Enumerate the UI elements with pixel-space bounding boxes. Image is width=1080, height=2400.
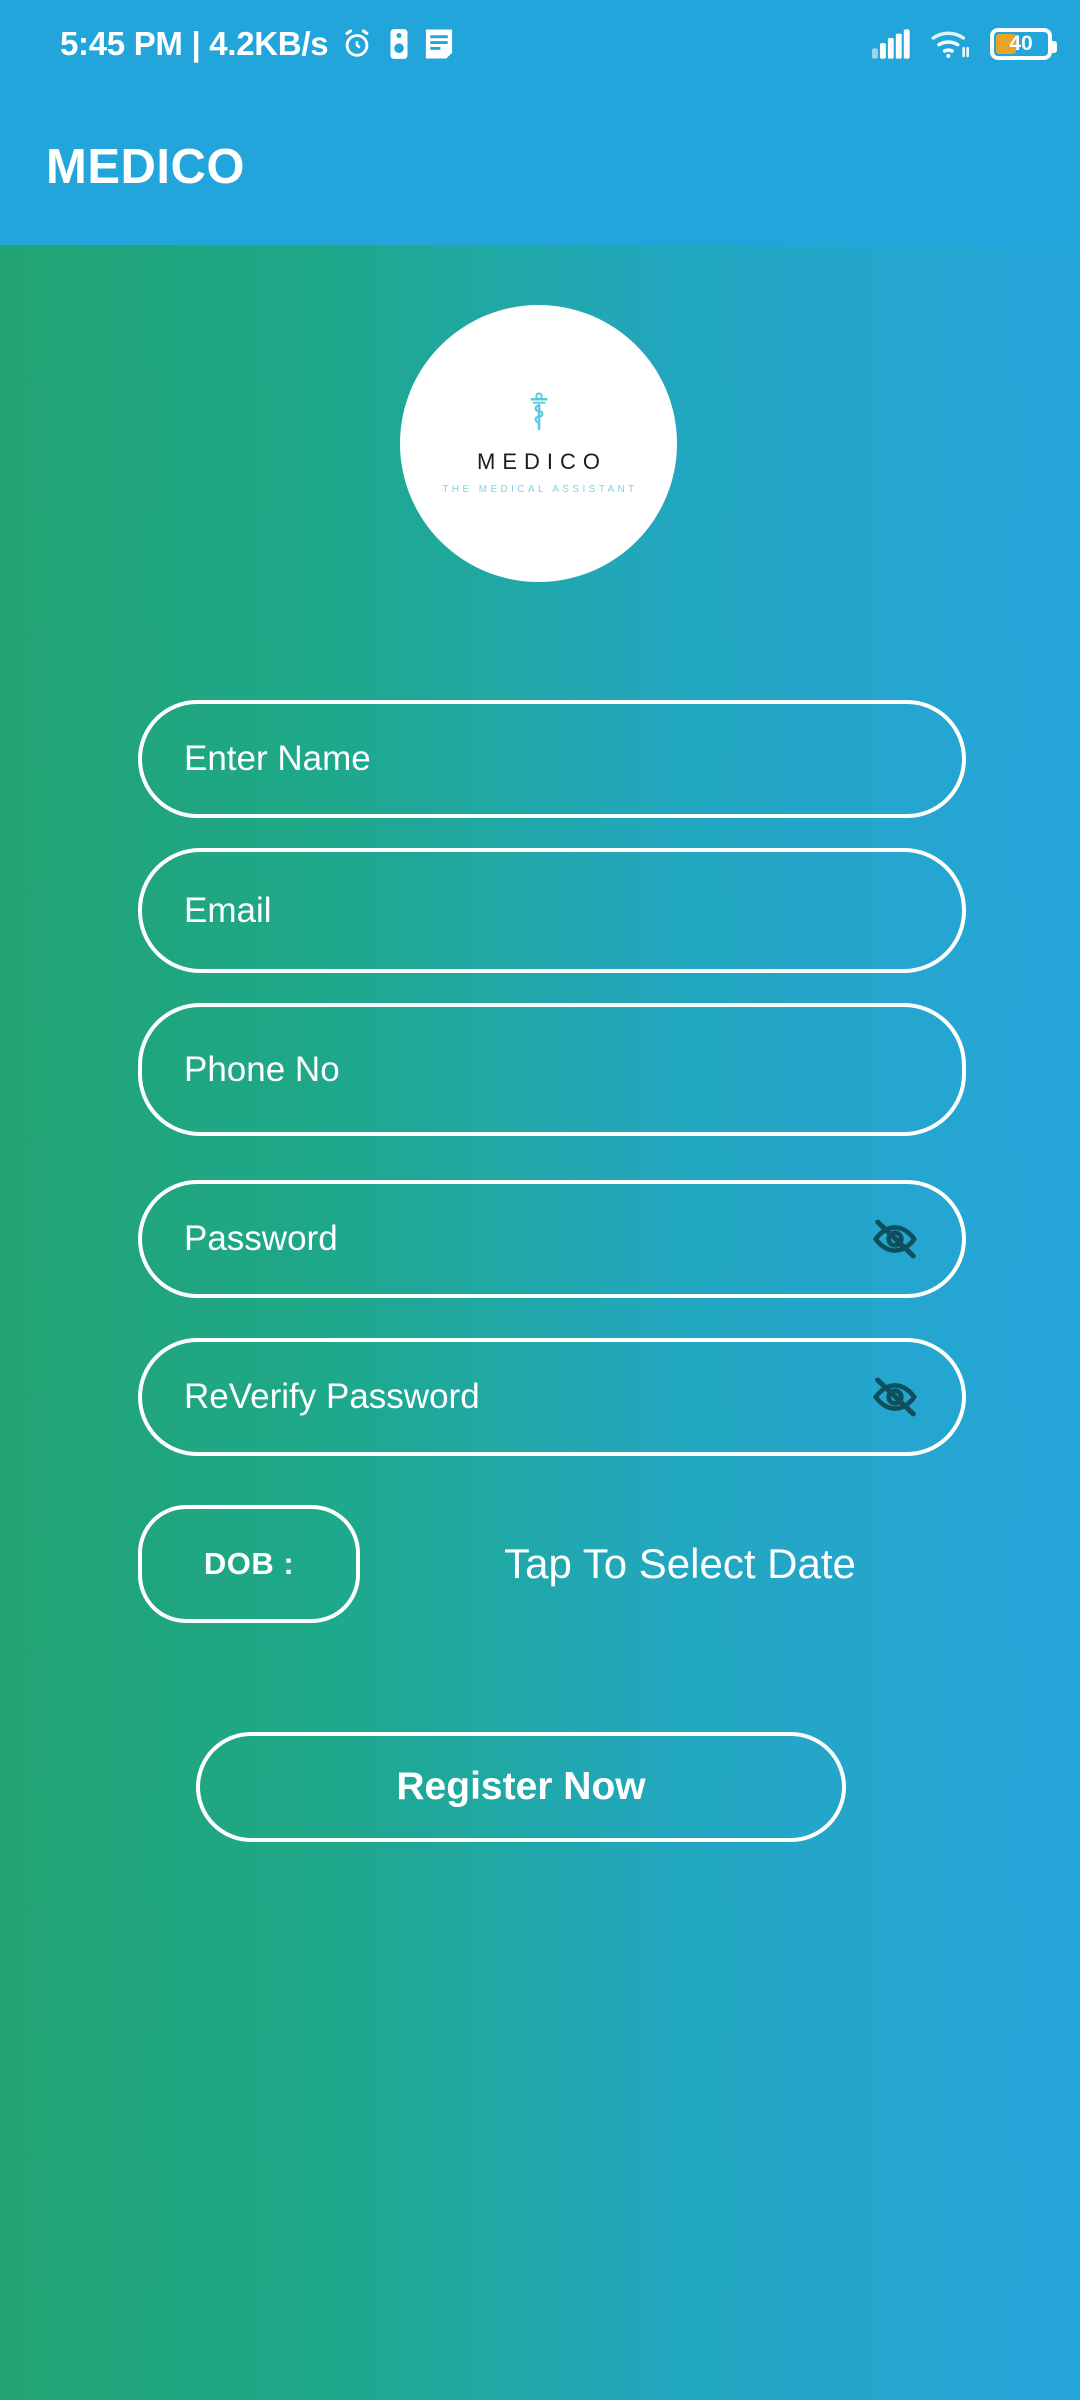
battery-icon: 40	[990, 28, 1057, 60]
battery-level-label: 40	[1009, 32, 1033, 55]
vibrate-mode-icon	[386, 27, 412, 61]
input-field-reverify-password[interactable]: ReVerify Password	[138, 1338, 966, 1456]
dob-label: DOB :	[203, 1546, 295, 1581]
app-bar: MEDICO	[0, 88, 1080, 245]
dob-label-box: DOB :	[138, 1505, 360, 1623]
caduceus-icon	[524, 392, 554, 439]
input-label-name: Enter Name	[184, 739, 371, 778]
eye-off-icon-password[interactable]	[856, 1213, 920, 1265]
logo-name: MEDICO	[477, 449, 607, 474]
status-bar-left: 5:45 PM | 4.2KB/s	[60, 25, 454, 63]
dob-date-picker-button[interactable]: Tap To Select Date	[420, 1505, 940, 1623]
app-logo: MEDICO THE MEDICAL ASSISTANT	[400, 305, 677, 582]
input-field-name[interactable]: Enter Name	[138, 700, 966, 818]
clock-and-network-speed: 5:45 PM | 4.2KB/s	[60, 25, 329, 62]
status-bar-right: 40	[872, 28, 1057, 60]
input-field-email[interactable]: Email	[138, 848, 966, 973]
input-label-phone: Phone No	[184, 1049, 340, 1089]
status-bar: 5:45 PM | 4.2KB/s 40	[0, 0, 1080, 88]
registration-screen: 5:45 PM | 4.2KB/s 40 MEDICO MEDICO THE M…	[0, 0, 1080, 2400]
notes-document-icon	[424, 28, 454, 60]
input-field-password[interactable]: Password	[138, 1180, 966, 1298]
input-label-email: Email	[184, 890, 272, 930]
input-label-reverify-password: ReVerify Password	[184, 1377, 480, 1416]
register-now-button[interactable]: Register Now	[196, 1732, 846, 1842]
cellular-signal-icon	[872, 29, 910, 59]
app-bar-title: MEDICO	[46, 139, 245, 194]
alarm-clock-icon	[340, 27, 374, 61]
input-label-password: Password	[184, 1219, 338, 1258]
eye-off-icon-reverify-password[interactable]	[856, 1371, 920, 1423]
logo-tagline: THE MEDICAL ASSISTANT	[442, 484, 638, 495]
input-field-phone[interactable]: Phone No	[138, 1003, 966, 1136]
register-now-label: Register Now	[396, 1765, 646, 1808]
wifi-icon	[930, 29, 970, 59]
